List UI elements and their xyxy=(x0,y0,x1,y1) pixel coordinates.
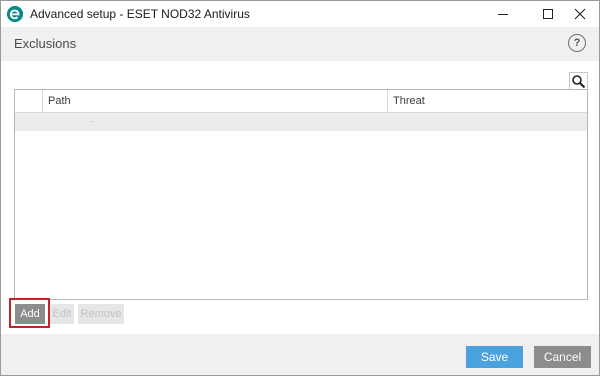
remove-button[interactable]: Remove xyxy=(78,304,124,324)
row-marker xyxy=(92,121,93,122)
title-bar[interactable]: Advanced setup - ESET NOD32 Antivirus xyxy=(1,1,599,27)
add-button[interactable]: Add xyxy=(15,304,45,324)
minimize-icon xyxy=(498,14,508,15)
table-row[interactable] xyxy=(15,113,587,131)
page-title: Exclusions xyxy=(14,36,77,51)
save-button[interactable]: Save xyxy=(466,346,523,368)
exclusions-content: Path Threat Add Edit Remove xyxy=(1,61,599,334)
window-title: Advanced setup - ESET NOD32 Antivirus xyxy=(30,7,250,21)
cancel-button[interactable]: Cancel xyxy=(534,346,591,368)
advanced-setup-window: Advanced setup - ESET NOD32 Antivirus Ex… xyxy=(0,0,600,376)
close-button[interactable] xyxy=(560,1,600,27)
dialog-footer: Save Cancel xyxy=(1,334,599,375)
help-icon[interactable]: ? xyxy=(568,34,586,52)
maximize-icon xyxy=(543,9,553,19)
column-header-path[interactable]: Path xyxy=(42,90,387,112)
edit-button[interactable]: Edit xyxy=(50,304,74,324)
exclusions-table: Path Threat xyxy=(14,89,588,300)
minimize-button[interactable] xyxy=(483,1,523,27)
close-icon xyxy=(574,8,586,20)
table-header: Path Threat xyxy=(15,90,587,113)
column-header-threat[interactable]: Threat xyxy=(387,90,587,112)
column-header-select[interactable] xyxy=(15,90,42,112)
eset-logo-icon xyxy=(7,6,23,22)
page-header: Exclusions ? xyxy=(1,27,599,61)
search-icon xyxy=(572,75,586,89)
